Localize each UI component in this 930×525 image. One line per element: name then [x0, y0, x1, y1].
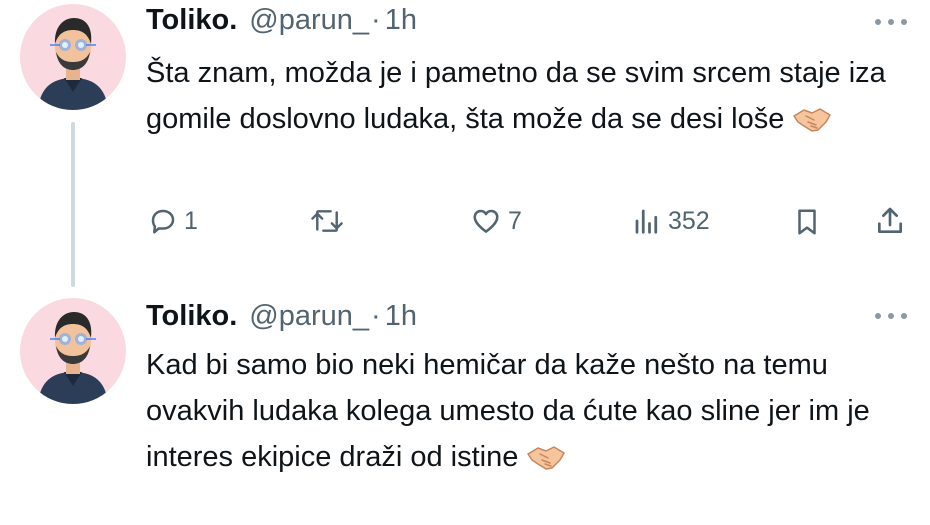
- author-handle[interactable]: @parun_: [249, 298, 369, 334]
- author-handle[interactable]: @parun_: [249, 2, 369, 38]
- like-button[interactable]: 7: [470, 206, 522, 236]
- author-name[interactable]: Toliko.: [146, 298, 237, 334]
- share-button[interactable]: [874, 205, 906, 237]
- tweet-text: Šta znam, možda je i pametno da se svim …: [146, 50, 906, 148]
- tweet-text: Kad bi samo bio neki hemičar da kaže neš…: [146, 342, 906, 486]
- tweet-header: Toliko. @parun_ · 1h: [146, 2, 417, 38]
- bookmark-icon: [798, 209, 816, 235]
- more-options-icon[interactable]: [875, 310, 907, 322]
- reply-icon: [151, 209, 175, 234]
- more-options-icon[interactable]: [875, 16, 907, 28]
- avatar[interactable]: [20, 4, 126, 110]
- views-icon: [635, 209, 658, 234]
- like-count: 7: [508, 206, 522, 235]
- tweet-text-content: Šta znam, možda je i pametno da se svim …: [146, 57, 886, 135]
- share-icon: [878, 207, 902, 233]
- author-name[interactable]: Toliko.: [146, 2, 237, 38]
- retweet-button[interactable]: [310, 206, 350, 236]
- timestamp[interactable]: 1h: [385, 298, 417, 334]
- separator-dot: ·: [371, 4, 381, 36]
- handshake-icon: [526, 440, 566, 486]
- tweet-header: Toliko. @parun_ · 1h: [146, 298, 417, 334]
- views-button[interactable]: 352: [632, 206, 710, 236]
- tweet-text-content: Kad bi samo bio neki hemičar da kaže neš…: [146, 349, 870, 473]
- retweet-icon: [311, 210, 343, 232]
- action-bar: 1 7 352: [0, 202, 930, 246]
- bookmark-button[interactable]: [792, 206, 822, 238]
- avatar[interactable]: [20, 298, 126, 404]
- separator-dot: ·: [371, 300, 381, 332]
- handshake-icon: [792, 102, 832, 148]
- views-count: 352: [668, 206, 710, 235]
- timestamp[interactable]: 1h: [385, 2, 417, 38]
- reply-button[interactable]: 1: [148, 206, 198, 236]
- tweet-2[interactable]: Toliko. @parun_ · 1h Kad bi samo bio nek…: [0, 290, 930, 525]
- reply-count: 1: [184, 206, 198, 235]
- heart-icon: [473, 209, 499, 233]
- tweet-1[interactable]: Toliko. @parun_ · 1h Šta znam, možda je …: [0, 0, 930, 290]
